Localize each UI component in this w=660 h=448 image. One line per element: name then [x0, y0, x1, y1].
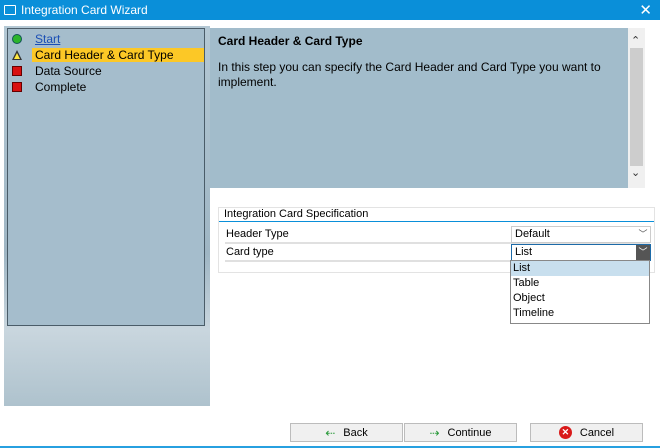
step-complete[interactable]: Complete — [8, 79, 204, 95]
step-label: Card Header & Card Type — [32, 48, 204, 62]
step-card-header[interactable]: Card Header & Card Type — [8, 47, 204, 63]
step-list: Start Card Header & Card Type Data Sourc… — [7, 28, 205, 326]
header-type-value: Default — [515, 228, 550, 240]
step-label: Data Source — [35, 64, 102, 78]
step-description-panel: Card Header & Card Type In this step you… — [210, 28, 628, 188]
step-title: Card Header & Card Type — [218, 34, 363, 48]
step-description: In this step you can specify the Card He… — [218, 60, 601, 89]
scroll-up-icon[interactable]: ⌃ — [631, 34, 640, 47]
option-timeline[interactable]: Timeline — [511, 306, 649, 321]
chevron-down-icon[interactable]: ﹀ — [636, 245, 650, 260]
continue-label: Continue — [447, 426, 492, 439]
card-type-value: List — [515, 246, 533, 258]
title-bar: Integration Card Wizard ✕ — [0, 0, 660, 20]
back-label: Back — [343, 426, 368, 439]
close-icon[interactable]: ✕ — [639, 1, 652, 19]
red-status-icon — [12, 82, 22, 92]
option-list[interactable]: List — [511, 261, 649, 276]
cancel-button[interactable]: ✕ Cancel — [530, 423, 643, 442]
back-arrow-icon: ⇠ — [325, 425, 336, 440]
continue-arrow-icon: ⇢ — [429, 425, 440, 440]
scroll-thumb[interactable] — [630, 48, 643, 166]
header-type-row: Header Type Default ﹀ — [225, 226, 651, 244]
scroll-down-icon[interactable]: ⌄ — [631, 166, 640, 179]
red-status-icon — [12, 66, 22, 76]
continue-button[interactable]: ⇢ Continue — [404, 423, 517, 442]
card-type-select[interactable]: List ﹀ — [511, 244, 651, 261]
card-type-dropdown: List Table Object Timeline — [510, 260, 650, 324]
option-object[interactable]: Object — [511, 291, 649, 306]
option-table[interactable]: Table — [511, 276, 649, 291]
header-type-label: Header Type — [226, 228, 289, 240]
card-type-label: Card type — [226, 246, 274, 258]
window-icon — [4, 5, 16, 15]
window-title: Integration Card Wizard — [21, 3, 148, 17]
header-type-select[interactable]: Default ﹀ — [511, 226, 651, 243]
step-label[interactable]: Start — [32, 32, 204, 46]
step-data-source[interactable]: Data Source — [8, 63, 204, 79]
warning-triangle-icon — [12, 50, 22, 60]
step-label: Complete — [35, 80, 87, 94]
step-start[interactable]: Start — [8, 31, 204, 47]
back-button[interactable]: ⇠ Back — [290, 423, 403, 442]
vertical-scrollbar[interactable]: ⌃ ⌄ — [628, 28, 645, 188]
green-status-icon — [12, 34, 22, 44]
cancel-label: Cancel — [579, 426, 615, 439]
chevron-down-icon[interactable]: ﹀ — [636, 227, 650, 242]
cancel-icon: ✕ — [558, 426, 572, 439]
spec-title: Integration Card Specification — [219, 208, 654, 222]
